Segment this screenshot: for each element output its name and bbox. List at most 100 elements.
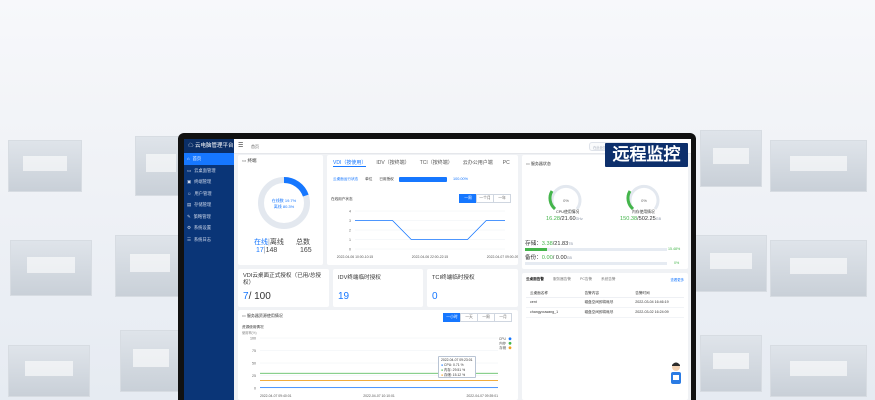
sidebar-item-label: 存储管理	[194, 202, 212, 207]
sidebar-item[interactable]: ▤ 存储管理	[184, 199, 234, 211]
alarm-tab[interactable]: 服务器告警	[553, 277, 571, 281]
alarm-more-link[interactable]: 查看更多	[670, 277, 684, 282]
idv-used: 19	[338, 291, 350, 302]
sidebar-item[interactable]: ☰ 系统日志	[184, 234, 234, 246]
range-month2-button[interactable]: 一月	[494, 313, 512, 322]
remote-monitor-badge: 远程监控	[605, 143, 688, 167]
app-title: 云电脑管理平台	[195, 143, 234, 149]
sidebar-item[interactable]: ⚙ 系统设置	[184, 222, 234, 234]
license-progress-track	[399, 177, 447, 182]
room-image	[695, 235, 767, 292]
menu-icon[interactable]: ☰	[238, 142, 243, 149]
alarm-name: cent	[530, 300, 537, 304]
alarm-tab[interactable]: PC告警	[580, 277, 592, 281]
app-logo: ☁ 云电脑管理平台	[184, 139, 234, 153]
sidebar-item[interactable]: ▭ 云桌面管理	[184, 165, 234, 177]
range-year-button[interactable]: 一年	[493, 194, 511, 203]
donut-online-label: 在线数 19.7%	[272, 197, 297, 203]
server-usage-title: 服务器资源使用情况	[246, 313, 283, 318]
room-image	[10, 240, 92, 296]
mem-gauge: 0%	[626, 184, 660, 211]
backup-row: 备份：0.00/ 0.00GB	[525, 253, 572, 261]
usage-y-tick: 0	[254, 386, 256, 390]
online-x-label: 2022-04-06 10:00-10:15	[337, 255, 373, 259]
sidebar-item-icon: ✎	[187, 213, 191, 219]
room-image	[8, 140, 82, 192]
online-x-label: 2022-04-07 09:00-09:15	[487, 255, 518, 259]
range-hour-button[interactable]: 一小时	[443, 313, 461, 322]
alarm-table: 云桌面名称 告警内容 告警时间 cent 磁盘空间即将耗尽 2022-03-04 1…	[526, 289, 684, 318]
sidebar-item[interactable]: ✎ 策略管理	[184, 211, 234, 223]
license-tab[interactable]: IDV（按终端）	[376, 159, 409, 166]
alarm-content: 磁盘空间即将耗尽	[584, 300, 614, 304]
vdi-total: / 100	[248, 291, 271, 302]
cpu-value: 16.28	[546, 216, 560, 222]
vdi-license-title: VDI云桌面正式授权（已用/总授权）	[243, 273, 322, 286]
sub-used: 已用授权	[379, 177, 394, 181]
alarm-table-header: 云桌面名称 告警内容 告警时间	[526, 289, 684, 298]
room-image	[115, 235, 185, 297]
mem-gauge-center: 0%	[641, 198, 647, 203]
alarm-tab[interactable]: 系统告警	[601, 277, 615, 281]
sub-status[interactable]: 云桌面运行状态	[333, 177, 358, 181]
alarm-tab[interactable]: 云桌面告警	[526, 277, 544, 281]
tooltip-disk: 存储: 15.12 %	[444, 373, 466, 377]
storage-fill	[525, 248, 547, 251]
sidebar-item[interactable]: ▣ 终端管理	[184, 176, 234, 188]
storage-unit: TB	[568, 242, 573, 246]
alarm-col-content: 告警内容	[584, 291, 599, 295]
breadcrumb: 首页	[251, 143, 259, 149]
range-day-button[interactable]: 一天	[460, 313, 478, 322]
online-y-tick: 1	[349, 238, 351, 242]
alarm-row[interactable]: changyouwang_1 磁盘空间即将耗尽 2022-03-02 16:24:0…	[526, 308, 684, 318]
alarm-row[interactable]: cent 磁盘空间即将耗尽 2022-03-04 16:46:19	[526, 298, 684, 308]
online-value: 17	[256, 247, 264, 254]
support-avatar[interactable]	[668, 361, 684, 387]
room-image	[8, 345, 90, 397]
online-y-tick: 3	[349, 219, 351, 223]
sidebar-item[interactable]: ☺ 用户管理	[184, 188, 234, 200]
tci-license-card: TCI终端临时授权 0	[427, 269, 518, 307]
range-month-button[interactable]: 一个月	[476, 194, 494, 203]
usage-x-label: 2022-04-07 10:10:01	[363, 394, 395, 398]
sidebar-item[interactable]: ⌂ 首页	[184, 153, 234, 165]
sub-unit: 单位	[365, 177, 373, 181]
range-week2-button[interactable]: 一周	[477, 313, 495, 322]
tooltip-mem: 内存: 29.51 %	[444, 368, 466, 372]
total-value: 165	[300, 247, 312, 254]
chart-icon: ▭	[242, 313, 246, 318]
cpu-total: /21.60	[560, 216, 576, 222]
license-tab[interactable]: PC	[503, 160, 510, 166]
tci-license-title: TCI终端临时授权	[432, 275, 475, 281]
backup-unit: GB	[566, 256, 572, 260]
room-image	[700, 335, 762, 392]
usage-legend-label: 内存	[499, 341, 506, 346]
sidebar-item-label: 终端管理	[194, 179, 212, 184]
donut-offline-label: 离线 80.3%	[274, 203, 295, 209]
sidebar-item-icon: ⌂	[187, 156, 190, 161]
sidebar-item-label: 系统日志	[193, 236, 212, 242]
license-tab[interactable]: TCI（按终端）	[420, 159, 453, 166]
offline-value: 148	[265, 247, 278, 254]
usage-tooltip: 2022-04-07 09:23:01 ● CPU: 0.71 % ● 内存: …	[438, 356, 476, 378]
license-usage-card: VDI（按使用） IDV（按终端） TCI（按终端） 云办公用户端 PC 云桌面运行状态…	[327, 155, 518, 265]
license-tab[interactable]: 云办公用户端	[463, 159, 493, 166]
license-tab[interactable]: VDI（按使用）	[333, 159, 367, 167]
room-image	[120, 330, 182, 392]
alarm-content: 磁盘空间即将耗尽	[584, 310, 614, 314]
alarm-card: 云桌面告警 服务器告警 PC告警 系统告警 查看更多 云桌面名称 告警内容 告警时间 …	[522, 273, 688, 400]
server-usage-card: ▭ 服务器资源使用情况 一小时 一天 一周 一月 资源使用情况 使用率(%) 1…	[238, 310, 518, 400]
room-image	[770, 240, 867, 297]
room-image	[770, 345, 867, 397]
alarm-col-time: 告警时间	[635, 291, 650, 295]
cpu-gauge-center: 0%	[563, 198, 569, 203]
online-label: 在线	[254, 239, 268, 246]
usage-y-tick: 25	[252, 374, 256, 378]
alarm-time: 2022-03-04 16:46:19	[635, 300, 669, 304]
usage-x-label: 2022-04-07 09:39:01	[467, 394, 499, 398]
idv-license-title: IDV终端临时授权	[338, 275, 381, 281]
range-week-button[interactable]: 一周	[459, 194, 477, 203]
server-status-card: ▭ 服务器状态 0% 0% CPU使用情况 16.28/21.60GHz 内存使…	[522, 155, 688, 269]
license-progress-fill	[399, 177, 447, 182]
server-gauges: 0% 0%	[548, 184, 660, 211]
